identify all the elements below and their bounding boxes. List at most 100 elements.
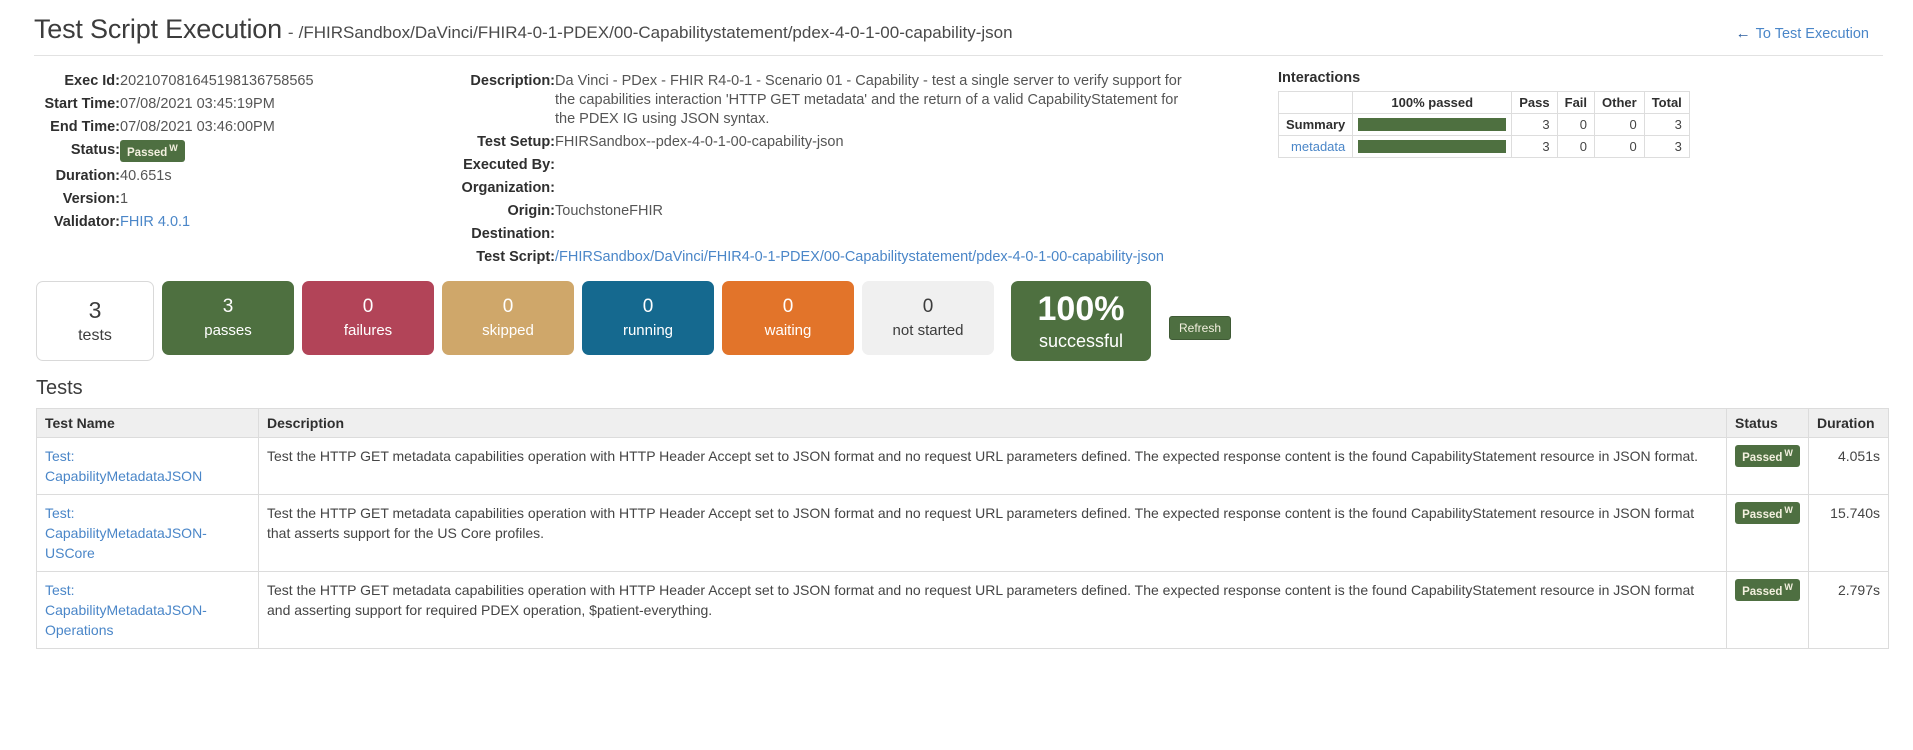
left-arrow-icon: ←	[1735, 25, 1751, 42]
test-name-prefix: Test:	[45, 582, 75, 598]
interactions-table: 100% passed Pass Fail Other Total Summar…	[1277, 91, 1690, 158]
interactions-row: metadata 3 0 0 3	[1277, 135, 1690, 158]
validator-value[interactable]: FHIR 4.0.1	[120, 211, 314, 234]
stat-card-running[interactable]: 0 running	[582, 281, 714, 355]
stat-card-failures[interactable]: 0 failures	[302, 281, 434, 355]
destination-value	[555, 223, 1195, 246]
interactions-bar-cell	[1352, 113, 1513, 136]
test-name-link[interactable]: Test: CapabilityMetadataJSON-Operations	[45, 582, 207, 638]
status-cell: Passed W	[120, 139, 314, 165]
test-name-link[interactable]: Test: CapabilityMetadataJSON-USCore	[45, 505, 207, 561]
description-row: Description: Da Vinci - PDex - FHIR R4-0…	[420, 70, 1195, 131]
table-row: Test: CapabilityMetadataJSON-Operations T…	[36, 571, 1889, 649]
refresh-button[interactable]: Refresh	[1169, 316, 1232, 340]
test-duration-cell: 2.797s	[1808, 571, 1889, 649]
end-time-value: 07/08/2021 03:46:00PM	[120, 119, 275, 135]
validator-label: Validator:	[53, 213, 120, 230]
organization-value	[555, 177, 1195, 200]
page-title: Test Script Execution	[34, 14, 282, 44]
duration-label: Duration:	[55, 167, 120, 184]
interactions-fail: 0	[1556, 113, 1596, 136]
stat-card-number: 0	[642, 296, 654, 318]
test-name-prefix: Test:	[45, 505, 75, 521]
destination-label: Destination:	[471, 226, 555, 242]
status-badge-sup: W	[169, 143, 178, 153]
interactions-fail: 0	[1556, 135, 1596, 158]
table-row: Test: CapabilityMetadataJSON Test the HTT…	[36, 437, 1889, 495]
tests-heading: Tests	[36, 377, 83, 399]
executed-by-value	[555, 154, 1195, 177]
interactions-col-pass: Pass	[1511, 91, 1558, 114]
test-name-text: CapabilityMetadataJSON	[45, 468, 203, 484]
test-script-label: Test Script:	[476, 249, 555, 265]
test-script-value[interactable]: /FHIRSandbox/DaVinci/FHIR4-0-1-PDEX/00-C…	[555, 246, 1195, 269]
test-description-cell: Test the HTTP GET metadata capabilities …	[258, 437, 1727, 495]
stat-cards: 3 tests 3 passes 0 failures 0 skipped 0 …	[0, 269, 1913, 361]
origin-value: TouchstoneFHIR	[555, 203, 663, 219]
title-separator: -	[287, 23, 294, 42]
progress-bar-track	[1358, 140, 1507, 153]
test-description-cell: Test the HTTP GET metadata capabilities …	[258, 571, 1727, 649]
stat-card-label: not started	[892, 322, 964, 340]
progress-bar-fill	[1358, 118, 1507, 131]
interactions-title: Interactions	[1278, 70, 1361, 86]
execution-details-left: Exec Id: 202107081645198136758565 Start …	[0, 70, 420, 269]
duration-value: 40.651s	[120, 167, 172, 184]
test-setup-row: Test Setup: FHIRSandbox--pdex-4-0-1-00-c…	[420, 131, 1195, 154]
percent-successful-label: successful	[1038, 331, 1124, 352]
stat-card-number: 3	[222, 296, 234, 318]
interactions-panel: Interactions 100% passed Pass Fail Other…	[1250, 70, 1913, 269]
status-badge-sup: W	[1784, 582, 1793, 592]
test-name-cell[interactable]: Test: CapabilityMetadataJSON-USCore	[36, 494, 259, 572]
test-name-cell[interactable]: Test: CapabilityMetadataJSON	[36, 437, 259, 495]
tests-col-duration: Duration	[1808, 408, 1889, 438]
interactions-col-total: Total	[1643, 91, 1690, 114]
start-time-row: Start Time: 07/08/2021 03:45:19PM	[0, 93, 314, 116]
status-badge-sup: W	[1784, 505, 1793, 515]
test-setup-value: FHIRSandbox--pdex-4-0-1-00-capability-js…	[555, 134, 844, 150]
interactions-row-label[interactable]: metadata	[1277, 135, 1354, 158]
interactions-header-row: 100% passed Pass Fail Other Total	[1277, 91, 1690, 114]
status-badge-text: Passed	[1742, 451, 1783, 464]
test-setup-label: Test Setup:	[477, 134, 555, 150]
to-test-execution-link[interactable]: ← To Test Execution	[1736, 25, 1889, 42]
test-name-cell[interactable]: Test: CapabilityMetadataJSON-Operations	[36, 571, 259, 649]
start-time-label: Start Time:	[44, 96, 120, 112]
interactions-pass: 3	[1511, 135, 1558, 158]
stat-card-label: tests	[78, 327, 112, 345]
status-badge-text: Passed	[1742, 508, 1783, 521]
stat-card-skipped[interactable]: 0 skipped	[442, 281, 574, 355]
execution-details-mid: Description: Da Vinci - PDex - FHIR R4-0…	[420, 70, 1250, 269]
executed-by-row: Executed By:	[420, 154, 1195, 177]
to-test-execution-label: To Test Execution	[1755, 25, 1869, 42]
interactions-col-other: Other	[1594, 91, 1645, 114]
interactions-total: 3	[1643, 135, 1690, 158]
test-status-cell: Passed W	[1726, 494, 1809, 572]
tests-table-wrapper: Test Name Description Status Duration Te…	[0, 408, 1913, 649]
stat-card-waiting[interactable]: 0 waiting	[722, 281, 854, 355]
stat-card-passes[interactable]: 3 passes	[162, 281, 294, 355]
interactions-pass: 3	[1511, 113, 1558, 136]
stat-card-label: skipped	[482, 322, 534, 340]
tests-col-description: Description	[258, 408, 1727, 438]
origin-row: Origin: TouchstoneFHIR	[420, 200, 1195, 223]
execution-summary: Exec Id: 202107081645198136758565 Start …	[0, 56, 1913, 269]
test-name-text: CapabilityMetadataJSON-USCore	[45, 525, 207, 561]
stat-card-label: failures	[343, 322, 393, 340]
status-badge-sup: W	[1784, 448, 1793, 458]
duration-row: Duration: 40.651s	[0, 165, 314, 188]
test-name-prefix: Test:	[45, 448, 75, 464]
test-name-link[interactable]: Test: CapabilityMetadataJSON	[45, 448, 202, 484]
test-duration-cell: 4.051s	[1808, 437, 1889, 495]
interactions-other: 0	[1594, 135, 1645, 158]
stat-card-tests[interactable]: 3 tests	[36, 281, 154, 361]
status-badge-text: Passed	[127, 146, 168, 159]
stat-card-not-started[interactable]: 0 not started	[862, 281, 994, 355]
stat-card-label: waiting	[764, 322, 812, 340]
organization-label: Organization:	[461, 180, 555, 196]
test-script-execution-page: Test Script Execution - /FHIRSandbox/DaV…	[0, 0, 1913, 750]
stat-card-number: 0	[502, 296, 514, 318]
status-badge: Passed W	[1735, 445, 1800, 467]
test-status-cell: Passed W	[1726, 437, 1809, 495]
exec-id-row: Exec Id: 202107081645198136758565	[0, 70, 313, 93]
